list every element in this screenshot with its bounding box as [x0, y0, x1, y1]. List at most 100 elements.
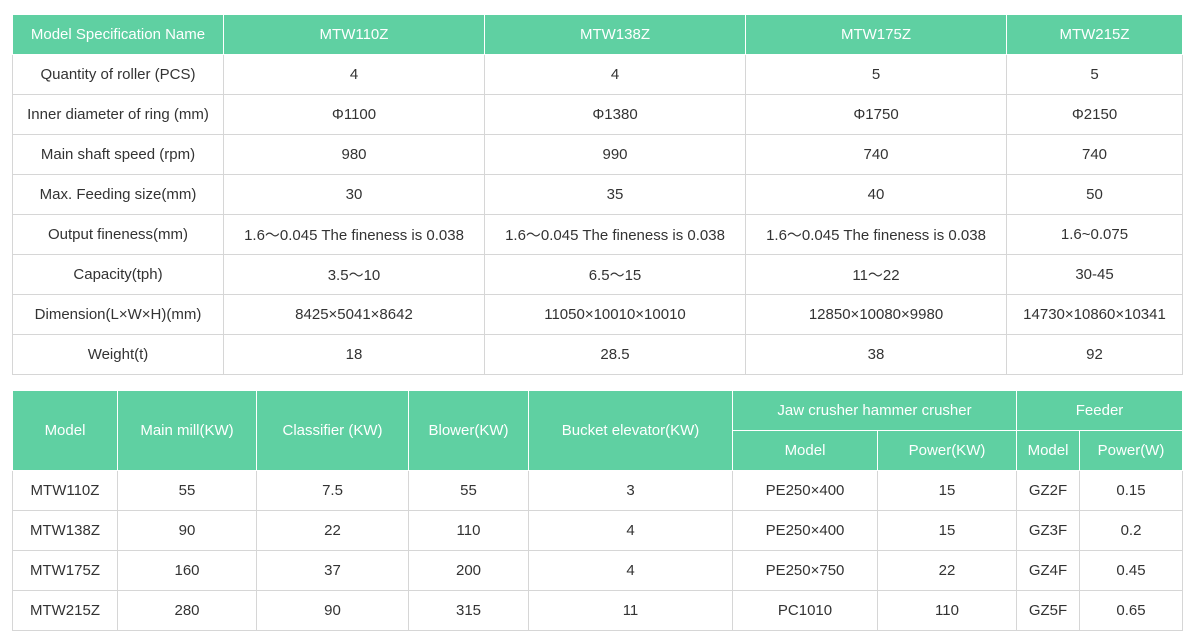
table-cell: 110	[408, 510, 529, 551]
table-cell: 1.6～0.045 The fineness is 0.038	[745, 214, 1007, 255]
table-cell: 90	[256, 590, 409, 631]
table-cell: 55	[408, 470, 529, 511]
table-cell: 7.5	[256, 470, 409, 511]
table-row: MTW110Z 55 7.5 55 3 PE250×400 15 GZ2F 0.15	[12, 470, 1184, 511]
table-cell: PE250×400	[732, 510, 878, 551]
specification-table: Model Specification Name MTW110Z MTW138Z…	[12, 14, 1183, 375]
table-cell: 5	[1006, 54, 1183, 95]
table-cell: 6.5～15	[484, 254, 746, 295]
table-cell: 110	[876, 590, 1018, 631]
table-cell: 22	[876, 550, 1018, 591]
table-cell: PE250×400	[732, 470, 878, 511]
table-cell: Φ1100	[223, 94, 485, 135]
table-row: MTW175Z 160 37 200 4 PE250×750 22 GZ4F 0.45	[12, 550, 1184, 591]
power-header-model: Model	[12, 390, 118, 471]
table-cell: 30	[223, 174, 485, 215]
table-cell: 990	[484, 134, 746, 175]
table-cell: 3.5～10	[223, 254, 485, 295]
table-cell: 740	[745, 134, 1007, 175]
table-cell: 0.45	[1079, 550, 1184, 591]
table-cell: Φ1750	[745, 94, 1007, 135]
spec-header-model: MTW215Z	[1006, 14, 1183, 55]
table-row: Quantity of roller (PCS) 4 4 5 5	[12, 54, 1183, 95]
table-cell: 1.6～0.045 The fineness is 0.038	[484, 214, 746, 255]
power-header-feeder: Feeder	[1016, 390, 1184, 431]
table-row: Inner diameter of ring (mm) Φ1100 Φ1380 Φ17…	[12, 94, 1183, 135]
table-cell: GZ2F	[1016, 470, 1081, 511]
power-subheader-crusher-power: Power(KW)	[876, 430, 1018, 471]
table-row: Max. Feeding size(mm) 30 35 40 50	[12, 174, 1183, 215]
power-header-row: Model Main mill(KW) Classifier (KW) Blow…	[12, 390, 1184, 471]
table-cell: 1.6～0.045 The fineness is 0.038	[223, 214, 485, 255]
table-cell: GZ5F	[1016, 590, 1081, 631]
table-row: Main shaft speed (rpm) 980 990 740 740	[12, 134, 1183, 175]
table-cell: GZ3F	[1016, 510, 1081, 551]
table-row: Dimension(L×W×H)(mm) 8425×5041×8642 11050×…	[12, 294, 1183, 335]
table-row: Capacity(tph) 3.5～10 6.5～15 11～22 30-45	[12, 254, 1183, 295]
table-cell: Φ1380	[484, 94, 746, 135]
table-row: MTW215Z 280 90 315 11 PC1010 110 GZ5F 0.65	[12, 590, 1184, 631]
power-header-classifier: Classifier (KW)	[256, 390, 409, 471]
table-cell: 4	[528, 510, 733, 551]
table-cell: 11～22	[745, 254, 1007, 295]
spec-header-model: MTW110Z	[223, 14, 485, 55]
spec-header-name: Model Specification Name	[12, 14, 224, 55]
table-cell: 200	[408, 550, 529, 591]
table-cell: PE250×750	[732, 550, 878, 591]
table-cell: Quantity of roller (PCS)	[12, 54, 224, 95]
table-cell: MTW215Z	[12, 590, 118, 631]
table-cell: 18	[223, 334, 485, 375]
table-cell: 28.5	[484, 334, 746, 375]
table-cell: 0.2	[1079, 510, 1184, 551]
table-cell: Φ2150	[1006, 94, 1183, 135]
power-header-bucket-elevator: Bucket elevator(KW)	[528, 390, 733, 471]
table-cell: 980	[223, 134, 485, 175]
table-cell: 92	[1006, 334, 1183, 375]
table-cell: MTW138Z	[12, 510, 118, 551]
power-header-blower: Blower(KW)	[408, 390, 529, 471]
table-cell: 22	[256, 510, 409, 551]
table-cell: Inner diameter of ring (mm)	[12, 94, 224, 135]
table-cell: 1.6~0.075	[1006, 214, 1183, 255]
table-cell: 40	[745, 174, 1007, 215]
table-cell: 0.15	[1079, 470, 1184, 511]
table-cell: 14730×10860×10341	[1006, 294, 1183, 335]
table-cell: 5	[745, 54, 1007, 95]
spec-header-model: MTW138Z	[484, 14, 746, 55]
table-cell: 740	[1006, 134, 1183, 175]
table-cell: 15	[876, 510, 1018, 551]
power-header-crusher: Jaw crusher hammer crusher	[731, 390, 1018, 431]
power-header-main-mill: Main mill(KW)	[117, 390, 257, 471]
spec-header-model: MTW175Z	[745, 14, 1007, 55]
table-cell: MTW110Z	[12, 470, 118, 511]
table-cell: 4	[528, 550, 733, 591]
spec-header-row: Model Specification Name MTW110Z MTW138Z…	[12, 14, 1183, 55]
table-cell: Max. Feeding size(mm)	[12, 174, 224, 215]
table-row: Output fineness(mm) 1.6～0.045 The finenes…	[12, 214, 1183, 255]
table-cell: 55	[117, 470, 257, 511]
table-cell: Dimension(L×W×H)(mm)	[12, 294, 224, 335]
table-cell: 315	[408, 590, 529, 631]
table-cell: PC1010	[732, 590, 878, 631]
table-cell: 11	[528, 590, 733, 631]
table-cell: 0.65	[1079, 590, 1184, 631]
power-subheader-crusher-model: Model	[732, 430, 878, 471]
table-cell: 12850×10080×9980	[745, 294, 1007, 335]
power-configuration-table: Model Main mill(KW) Classifier (KW) Blow…	[12, 390, 1184, 631]
table-row: MTW138Z 90 22 110 4 PE250×400 15 GZ3F 0.2	[12, 510, 1184, 551]
table-cell: 38	[745, 334, 1007, 375]
table-cell: 4	[223, 54, 485, 95]
table-cell: 30-45	[1006, 254, 1183, 295]
table-cell: Capacity(tph)	[12, 254, 224, 295]
power-subheader-feeder-model: Model	[1016, 430, 1081, 471]
table-cell: Weight(t)	[12, 334, 224, 375]
table-cell: Output fineness(mm)	[12, 214, 224, 255]
table-cell: 4	[484, 54, 746, 95]
table-row: Weight(t) 18 28.5 38 92	[12, 334, 1183, 375]
table-cell: Main shaft speed (rpm)	[12, 134, 224, 175]
table-cell: 8425×5041×8642	[223, 294, 485, 335]
table-cell: 11050×10010×10010	[484, 294, 746, 335]
table-cell: 37	[256, 550, 409, 591]
table-cell: 90	[117, 510, 257, 551]
table-cell: 3	[528, 470, 733, 511]
